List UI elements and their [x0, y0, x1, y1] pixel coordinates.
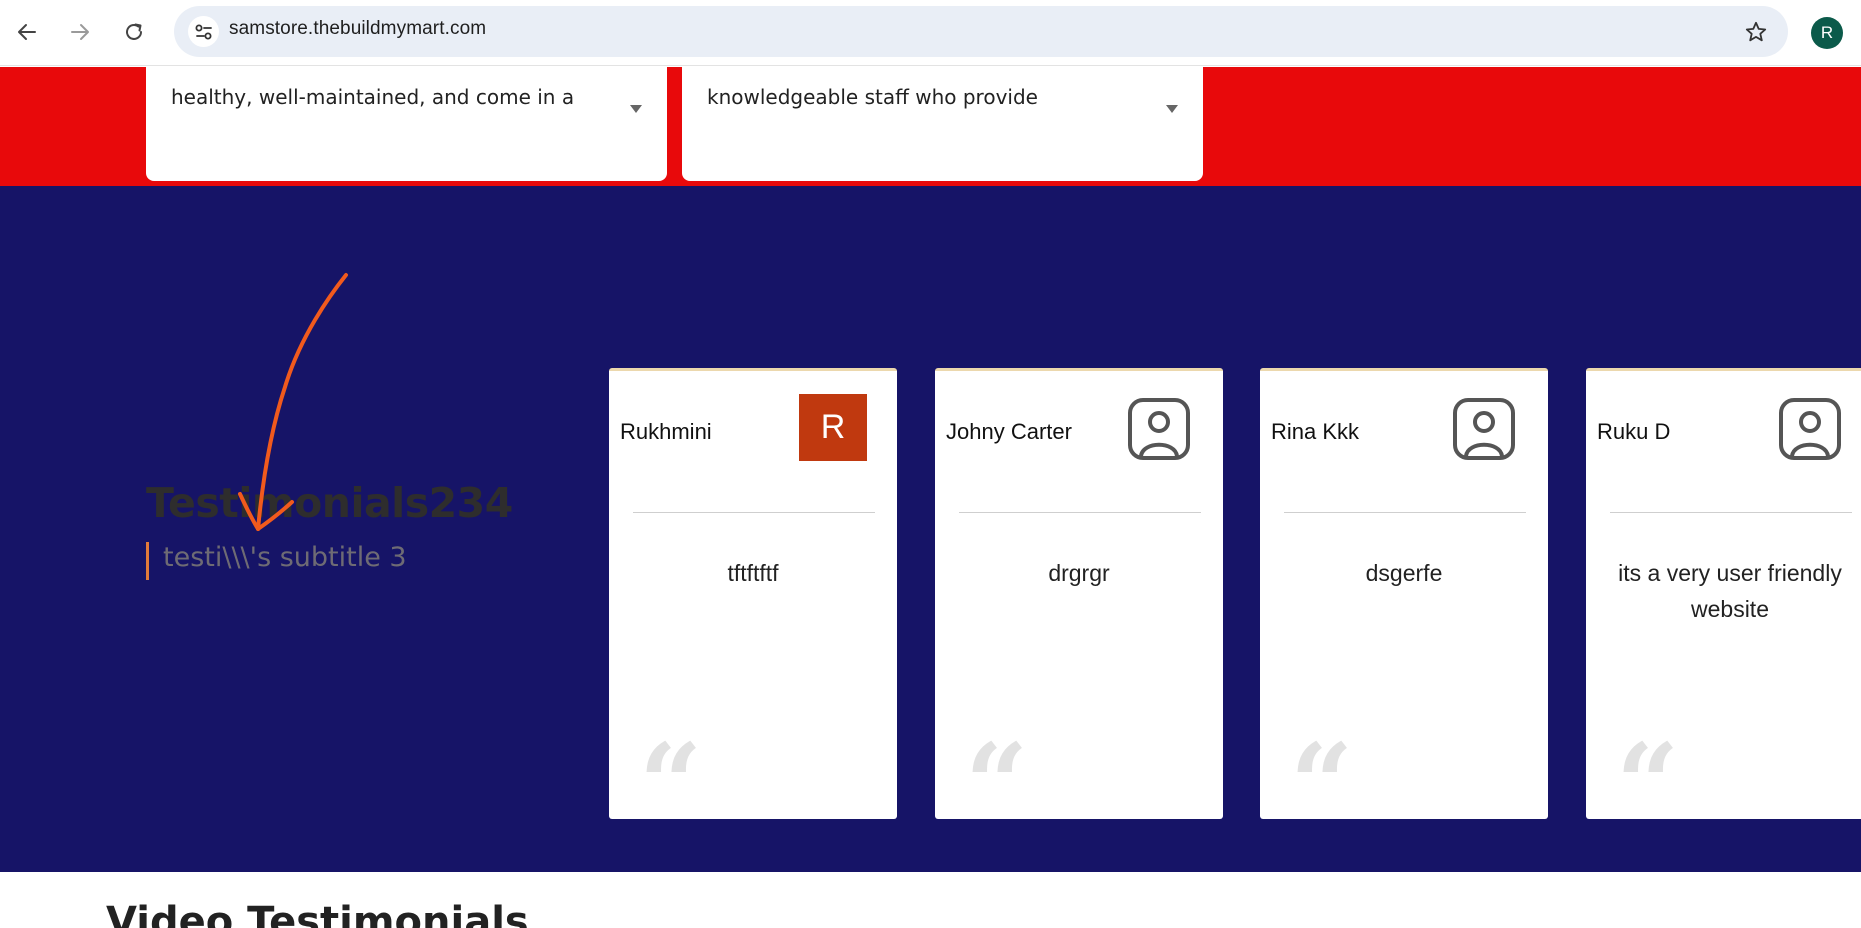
reload-icon — [126, 23, 142, 40]
star-icon — [1745, 21, 1767, 42]
back-button[interactable] — [9, 14, 45, 50]
faq-item-text: healthy, well-maintained, and come in a — [171, 85, 575, 109]
subtitle-accent-bar — [146, 542, 149, 580]
bookmark-button[interactable] — [1742, 18, 1770, 46]
quote-icon: “ — [1290, 719, 1354, 848]
user-icon — [1453, 398, 1515, 460]
testimonial-author: Rukhmini — [620, 419, 712, 444]
testimonial-card: Johny Carter drgrgr “ — [935, 368, 1223, 839]
caret-down-icon — [630, 105, 642, 113]
testimonials-title: Testimonials234 — [146, 479, 513, 527]
testimonial-card: Rukhmini R tftftftf “ — [609, 368, 897, 839]
testimonial-text: its a very user friendly website — [1618, 560, 1842, 622]
forward-arrow-icon — [71, 24, 89, 40]
faq-item-text: knowledgeable staff who provide — [707, 85, 1038, 109]
card-divider — [959, 512, 1201, 513]
card-divider — [1284, 512, 1526, 513]
testimonial-author: Johny Carter — [946, 419, 1072, 444]
card-divider — [633, 512, 875, 513]
testimonial-text: drgrgr — [1048, 560, 1110, 586]
testimonial-text: tftftftf — [727, 560, 779, 586]
page-content: healthy, well-maintained, and come in a … — [0, 67, 1861, 928]
testimonial-author: Rina Kkk — [1271, 419, 1360, 444]
testimonial-author: Ruku D — [1597, 419, 1671, 444]
testimonial-text: dsgerfe — [1365, 560, 1443, 586]
back-arrow-icon — [18, 24, 36, 40]
testimonial-card: Rina Kkk dsgerfe “ — [1260, 368, 1548, 839]
reload-button[interactable] — [116, 14, 152, 50]
tune-icon — [195, 24, 212, 39]
forward-button[interactable] — [62, 14, 98, 50]
site-settings-button[interactable] — [188, 16, 219, 47]
faq-section: healthy, well-maintained, and come in a … — [0, 67, 1861, 186]
user-icon — [1779, 398, 1841, 460]
quote-icon: “ — [965, 719, 1029, 848]
quote-icon: “ — [639, 719, 703, 848]
video-testimonials-title: Video Testimonials — [106, 899, 529, 928]
user-icon — [1128, 398, 1190, 460]
faq-item[interactable]: knowledgeable staff who provide — [682, 67, 1203, 181]
testimonials-subtitle: testi\\\'s subtitle 3 — [163, 542, 407, 573]
quote-icon: “ — [1616, 719, 1680, 848]
card-divider — [1610, 512, 1852, 513]
profile-avatar-button[interactable]: R — [1811, 17, 1843, 49]
author-avatar: R — [799, 394, 867, 461]
testimonial-card: Ruku D its a very user friendly website … — [1586, 368, 1861, 839]
url-text[interactable]: samstore.thebuildmymart.com — [229, 18, 486, 40]
address-bar[interactable]: samstore.thebuildmymart.com — [174, 6, 1788, 57]
browser-toolbar: samstore.thebuildmymart.com R — [0, 0, 1861, 66]
testimonials-section: Testimonials234 testi\\\'s subtitle 3 Ru… — [0, 186, 1861, 872]
caret-down-icon — [1166, 105, 1178, 113]
faq-item[interactable]: healthy, well-maintained, and come in a — [146, 67, 667, 181]
